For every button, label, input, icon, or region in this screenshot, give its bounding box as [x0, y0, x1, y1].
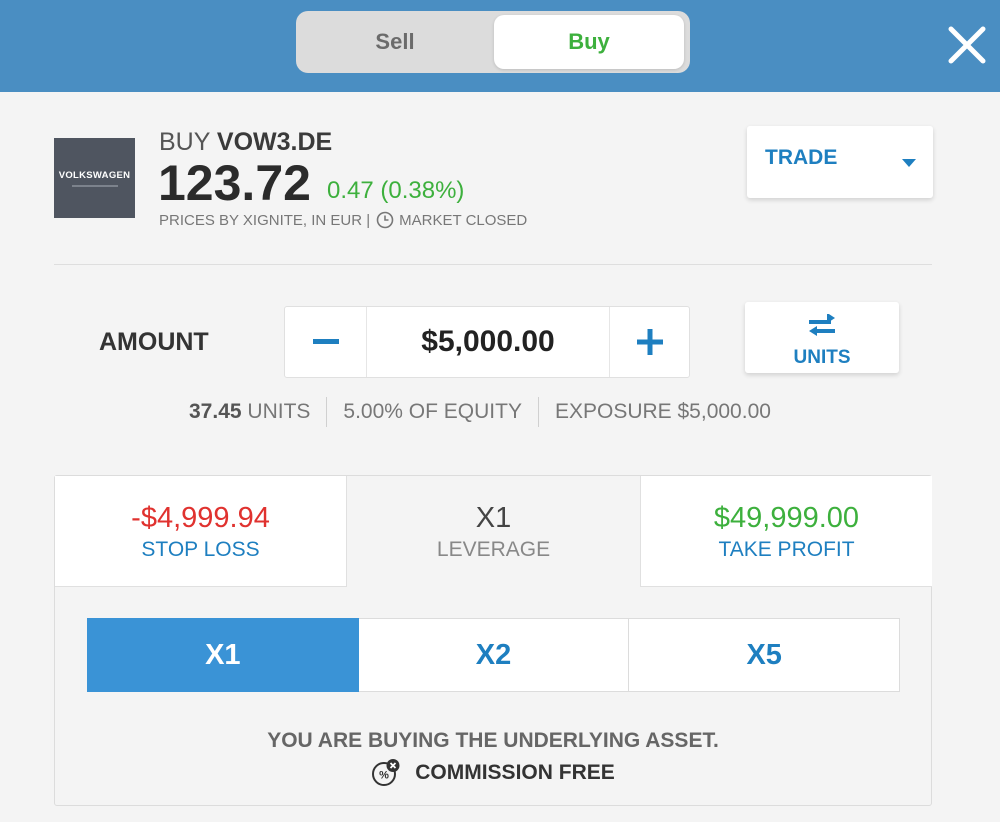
close-icon: [948, 26, 986, 64]
commission-info: % COMMISSION FREE: [55, 758, 931, 788]
leverage-option-x5[interactable]: X5: [629, 618, 901, 692]
stats-separator: [326, 397, 328, 427]
risk-panel: -$4,999.94 STOP LOSS X1 LEVERAGE $49,999…: [54, 475, 932, 806]
take-profit-tab[interactable]: $49,999.00 TAKE PROFIT: [640, 476, 932, 587]
amount-input[interactable]: $5,000.00: [367, 307, 609, 377]
asset-symbol: VOW3.DE: [216, 128, 333, 156]
plus-icon: [636, 329, 663, 355]
amount-stats: 37.45 UNITS 5.00% OF EQUITY EXPOSURE $5,…: [189, 397, 771, 427]
trade-type-label: TRADE: [765, 146, 838, 169]
asset-logo: VOLKSWAGEN: [54, 138, 135, 218]
leverage-option-x1[interactable]: X1: [87, 618, 359, 692]
stats-separator: [537, 397, 539, 427]
exposure-value: EXPOSURE $5,000.00: [554, 400, 771, 423]
commission-label: COMMISSION FREE: [415, 761, 615, 784]
asset-price: 123.72: [158, 155, 311, 211]
section-divider: [54, 264, 932, 265]
logo-underline: [71, 184, 118, 187]
leverage-options: X1 X2 X5: [87, 618, 901, 692]
underlying-asset-notice: YOU ARE BUYING THE UNDERLYING ASSET.: [267, 729, 719, 752]
header-bar: Sell Buy: [0, 0, 1000, 92]
order-title: BUY VOW3.DE: [159, 128, 332, 157]
commission-free-icon: %: [372, 759, 400, 786]
stop-loss-tab[interactable]: -$4,999.94 STOP LOSS: [55, 476, 347, 587]
stop-loss-label: STOP LOSS: [141, 538, 260, 561]
take-profit-label: TAKE PROFIT: [718, 538, 855, 561]
minus-icon: [312, 339, 339, 344]
buy-sell-toggle: Sell Buy: [296, 11, 690, 73]
decrease-amount-button[interactable]: [285, 307, 367, 377]
leverage-option-x2[interactable]: X2: [358, 618, 630, 692]
units-toggle-label: UNITS: [793, 347, 851, 368]
increase-amount-button[interactable]: [609, 307, 689, 377]
market-status: MARKET CLOSED: [399, 211, 528, 229]
price-source-text: PRICES BY XIGNITE, IN EUR |: [159, 211, 371, 229]
price-source: PRICES BY XIGNITE, IN EUR | MARKET CLOSE…: [159, 211, 527, 229]
leverage-tab[interactable]: X1 LEVERAGE: [347, 476, 640, 587]
clock-icon: [376, 211, 394, 229]
units-value: 37.45: [189, 400, 242, 423]
logo-text: VOLKSWAGEN: [58, 169, 131, 181]
sell-tab[interactable]: Sell: [300, 15, 490, 69]
leverage-label: LEVERAGE: [436, 538, 551, 561]
swap-icon: [809, 314, 835, 336]
amount-stepper: $5,000.00: [284, 306, 690, 378]
svg-text:%: %: [379, 770, 389, 782]
caret-down-icon: [902, 159, 916, 167]
units-label: UNITS: [247, 400, 311, 423]
buy-tab[interactable]: Buy: [494, 15, 684, 69]
leverage-value: X1: [475, 502, 512, 534]
trade-type-dropdown[interactable]: TRADE: [747, 126, 933, 198]
price-change: 0.47 (0.38%): [327, 177, 465, 204]
close-button[interactable]: [946, 24, 988, 66]
units-toggle-button[interactable]: UNITS: [745, 302, 899, 373]
order-action: BUY: [159, 128, 210, 156]
take-profit-value: $49,999.00: [713, 502, 860, 534]
equity-percent: 5.00% OF EQUITY: [343, 400, 522, 423]
stop-loss-value: -$4,999.94: [131, 502, 270, 534]
amount-label: AMOUNT: [99, 328, 209, 356]
